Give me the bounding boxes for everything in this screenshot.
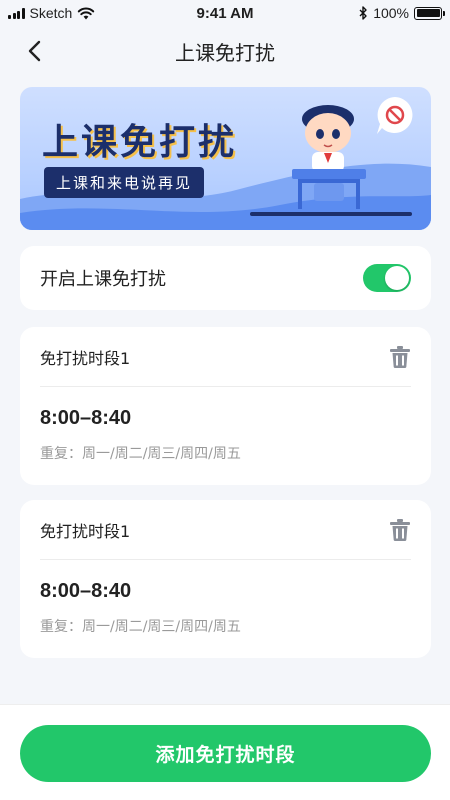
banner: 上课免打扰 上课和来电说再见 [20,87,431,230]
trash-icon[interactable] [389,345,411,369]
toggle-label: 开启上课免打扰 [40,269,166,290]
no-disturb-bubble-icon [377,97,413,134]
trash-icon[interactable] [389,518,411,542]
period-time: 8:00–8:40 [40,407,132,429]
period-header: 免打扰时段1 [20,327,431,387]
period-time: 8:00–8:40 [40,580,132,602]
divider [40,559,411,560]
banner-title: 上课免打扰 [42,122,238,163]
signal-icon [8,7,25,19]
bottom-action-bar: 添加免打扰时段 [0,704,450,800]
back-button[interactable] [20,37,48,65]
nav-bar: 上课免打扰 [0,26,450,76]
banner-subtitle: 上课和来电说再见 [44,167,205,198]
status-right: 100% [359,5,445,21]
add-period-button[interactable]: 添加免打扰时段 [20,725,431,782]
period-card[interactable]: 免打扰时段1 8:00–8:40 重复：周一/周二/周三/周四/周五 [20,327,431,485]
status-bar: Sketch 9:41 AM 100% [0,0,450,26]
period-name: 免打扰时段1 [40,349,131,368]
toggle-knob [385,266,409,290]
divider [40,386,411,387]
period-repeat: 重复：周一/周二/周三/周四/周五 [40,619,241,635]
period-name: 免打扰时段1 [40,522,131,541]
period-repeat: 重复：周一/周二/周三/周四/周五 [40,446,241,462]
carrier-label: Sketch [29,5,73,21]
period-header: 免打扰时段1 [20,500,431,560]
do-not-disturb-toggle[interactable] [363,264,411,292]
battery-percent: 100% [373,5,409,21]
chevron-left-icon [28,40,41,62]
bluetooth-icon [359,6,367,20]
wifi-icon [78,7,95,19]
do-not-disturb-toggle-card: 开启上课免打扰 [20,246,431,310]
period-card[interactable]: 免打扰时段1 8:00–8:40 重复：周一/周二/周三/周四/周五 [20,500,431,658]
status-left: Sketch [8,5,95,21]
battery-icon [414,6,445,20]
page-title: 上课免打扰 [175,40,275,65]
